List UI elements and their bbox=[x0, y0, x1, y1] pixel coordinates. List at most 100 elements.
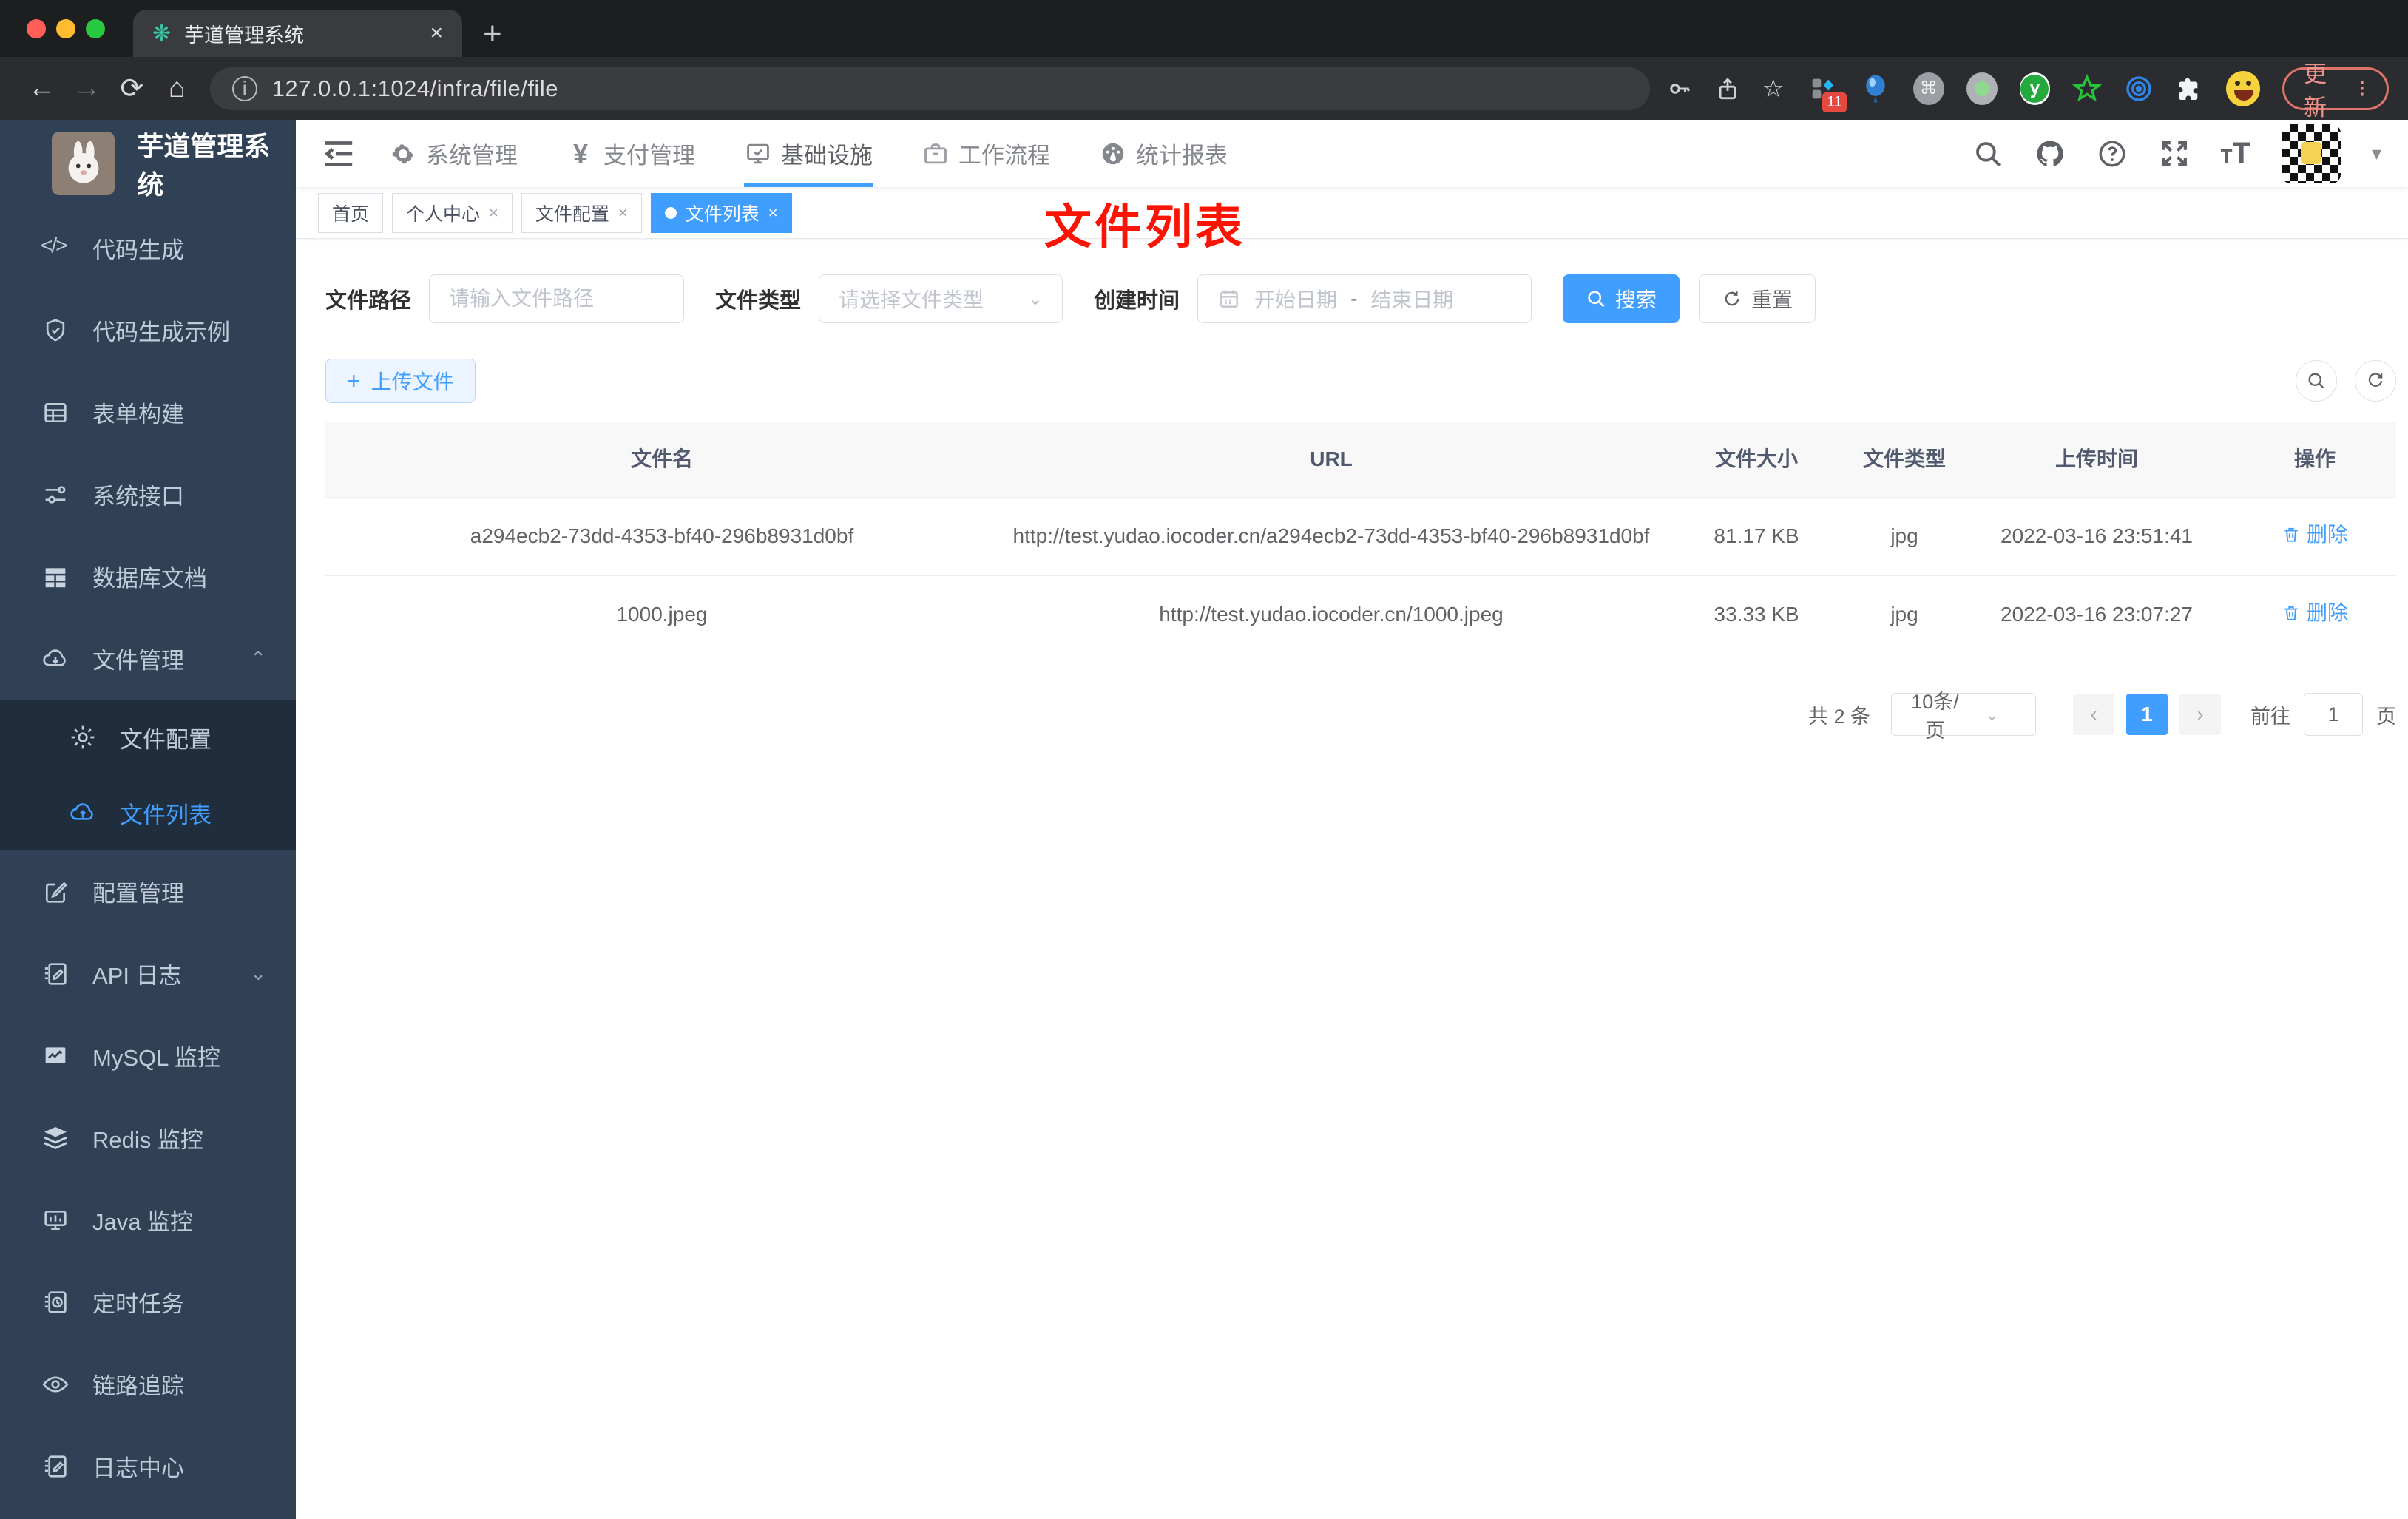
update-browser-button[interactable]: 更新 ⁝ bbox=[2282, 61, 2389, 121]
reset-button[interactable]: 重置 bbox=[1699, 274, 1816, 323]
cell-time: 2022-03-16 23:07:27 bbox=[2001, 603, 2193, 626]
page-size-select[interactable]: 10条/页 ⌄ bbox=[1891, 691, 2036, 742]
sidebar-item-file-mgmt[interactable]: 文件管理 ⌃ bbox=[0, 618, 296, 700]
sidebar-item-file-list[interactable]: 文件列表 bbox=[0, 775, 296, 850]
date-separator: - bbox=[1350, 287, 1358, 310]
sidebar-item-form-builder[interactable]: 表单构建 bbox=[0, 371, 296, 453]
sidebar-item-system-api[interactable]: 系统接口 bbox=[0, 453, 296, 535]
delete-button[interactable]: 删除 bbox=[2282, 518, 2348, 552]
avatar-caret-icon[interactable]: ▾ bbox=[2372, 142, 2381, 165]
browser-tab[interactable]: ❋ 芋道管理系统 × bbox=[133, 10, 462, 57]
tab-close-icon[interactable]: × bbox=[430, 21, 443, 46]
sidebar-item-config-mgmt[interactable]: 配置管理 bbox=[0, 850, 296, 933]
active-dot-icon bbox=[664, 206, 677, 219]
calendar-icon bbox=[1220, 290, 1238, 308]
minimize-window-button[interactable] bbox=[56, 19, 75, 38]
profile-emoji-icon[interactable] bbox=[2226, 70, 2261, 106]
prev-page-button[interactable]: ‹ bbox=[2073, 694, 2114, 736]
extension-dot-icon[interactable] bbox=[1966, 72, 1998, 105]
collapse-sidebar-icon[interactable] bbox=[322, 139, 355, 169]
date-range-picker[interactable]: 开始日期 - 结束日期 bbox=[1197, 274, 1532, 323]
sidebar-item-db-doc[interactable]: 数据库文档 bbox=[0, 535, 296, 618]
tag-profile[interactable]: 个人中心 × bbox=[392, 192, 513, 233]
logo-image bbox=[52, 132, 115, 195]
sidebar-item-mysql-monitor[interactable]: MySQL 监控 bbox=[0, 1015, 296, 1097]
gear-icon bbox=[392, 143, 414, 163]
delete-button[interactable]: 删除 bbox=[2282, 597, 2348, 630]
site-info-icon[interactable]: i bbox=[231, 75, 257, 101]
date-start-placeholder[interactable]: 开始日期 bbox=[1254, 284, 1337, 314]
sidebar-item-file-config[interactable]: 文件配置 bbox=[0, 700, 296, 775]
topnav-system[interactable]: 系统管理 bbox=[389, 120, 518, 187]
next-page-button[interactable]: › bbox=[2179, 694, 2221, 736]
extension-command-icon[interactable]: ⌘ bbox=[1912, 72, 1944, 105]
page-number-button[interactable]: 1 bbox=[2126, 694, 2168, 736]
toggle-search-button[interactable] bbox=[2296, 360, 2337, 402]
refresh-icon bbox=[2368, 373, 2383, 387]
sidebar-item-api-log[interactable]: API 日志 ⌄ bbox=[0, 933, 296, 1015]
share-icon[interactable] bbox=[1715, 76, 1740, 101]
chevron-down-icon: ⌄ bbox=[250, 962, 266, 984]
col-header-actions: 操作 bbox=[2293, 447, 2336, 470]
topnav-workflow[interactable]: 工作流程 bbox=[921, 120, 1050, 187]
tag-file-list[interactable]: 文件列表 × bbox=[650, 192, 792, 233]
sidebar-item-code-gen[interactable]: </> 代码生成 bbox=[0, 207, 296, 289]
reload-icon[interactable]: ⟳ bbox=[109, 72, 155, 105]
sidebar-logo[interactable]: 芋道管理系统 bbox=[0, 120, 296, 207]
close-icon[interactable]: × bbox=[489, 203, 498, 223]
date-end-placeholder[interactable]: 结束日期 bbox=[1370, 284, 1453, 314]
topnav-payment[interactable]: ¥ 支付管理 bbox=[567, 120, 695, 187]
tag-home[interactable]: 首页 bbox=[318, 192, 384, 233]
close-icon[interactable]: × bbox=[618, 203, 628, 223]
address-bar[interactable]: i 127.0.0.1:1024/infra/file/file bbox=[209, 67, 1650, 110]
file-mgmt-submenu: 文件配置 文件列表 bbox=[0, 700, 296, 850]
tag-file-config[interactable]: 文件配置 × bbox=[521, 192, 642, 233]
github-icon[interactable] bbox=[2035, 138, 2066, 169]
password-key-icon[interactable] bbox=[1666, 75, 1693, 102]
sidebar-item-redis-monitor[interactable]: Redis 监控 bbox=[0, 1097, 296, 1179]
window-controls[interactable] bbox=[27, 19, 105, 38]
goto-page-input[interactable] bbox=[2304, 693, 2363, 737]
sidebar-item-tracing[interactable]: 链路追踪 bbox=[0, 1343, 296, 1425]
cell-size: 81.17 KB bbox=[1714, 524, 1799, 547]
fullscreen-icon[interactable] bbox=[2159, 138, 2190, 169]
extension-y-icon[interactable]: y bbox=[2019, 72, 2051, 105]
close-window-button[interactable] bbox=[27, 19, 46, 38]
extension-star-icon[interactable] bbox=[2072, 73, 2103, 104]
font-size-icon[interactable]: TT bbox=[2221, 137, 2250, 170]
trash-icon bbox=[2284, 528, 2298, 542]
forward-icon[interactable]: → bbox=[64, 72, 109, 104]
favicon: ❋ bbox=[152, 21, 172, 46]
search-icon[interactable] bbox=[1972, 138, 2003, 169]
sidebar-item-java-monitor[interactable]: Java 监控 bbox=[0, 1179, 296, 1261]
sidebar-item-code-demo[interactable]: 代码生成示例 bbox=[0, 289, 296, 371]
cell-time: 2022-03-16 23:51:41 bbox=[2001, 524, 2193, 547]
refresh-table-button[interactable] bbox=[2355, 360, 2396, 402]
help-icon[interactable] bbox=[2097, 138, 2128, 169]
sidebar-item-scheduled-tasks[interactable]: 定时任务 bbox=[0, 1261, 296, 1343]
table-row: 1000.jpeg http://test.yudao.iocoder.cn/1… bbox=[325, 576, 2396, 655]
extension-eye-icon[interactable] bbox=[2124, 74, 2154, 104]
file-type-select[interactable]: 请选择文件类型 ⌄ bbox=[819, 274, 1063, 323]
bookmark-star-icon[interactable]: ☆ bbox=[1762, 74, 1785, 104]
home-icon[interactable]: ⌂ bbox=[155, 72, 200, 104]
trash-icon bbox=[2284, 606, 2298, 621]
back-icon[interactable]: ← bbox=[19, 72, 64, 104]
topnav-reports[interactable]: 统计报表 bbox=[1099, 120, 1228, 187]
new-tab-button[interactable]: + bbox=[483, 16, 502, 57]
browser-menu-icon[interactable]: ⁝ bbox=[2358, 75, 2367, 103]
topnav-infra[interactable]: 基础设施 bbox=[744, 120, 873, 187]
cloud-download-icon bbox=[43, 649, 66, 666]
close-icon[interactable]: × bbox=[768, 203, 778, 223]
maximize-window-button[interactable] bbox=[86, 19, 105, 38]
upload-file-button[interactable]: + 上传文件 bbox=[325, 359, 476, 403]
sidebar-item-log-center[interactable]: 日志中心 bbox=[0, 1425, 296, 1507]
search-button[interactable]: 搜索 bbox=[1563, 274, 1680, 323]
col-header-size: 文件大小 bbox=[1714, 447, 1798, 470]
extension-balloon-icon[interactable] bbox=[1860, 72, 1891, 105]
avatar[interactable] bbox=[2281, 124, 2341, 183]
file-path-input[interactable] bbox=[449, 287, 665, 311]
refresh-icon bbox=[1725, 291, 1739, 306]
extensions-puzzle-icon[interactable] bbox=[2176, 75, 2204, 103]
extension-tabs-icon[interactable]: 11 bbox=[1807, 72, 1847, 112]
